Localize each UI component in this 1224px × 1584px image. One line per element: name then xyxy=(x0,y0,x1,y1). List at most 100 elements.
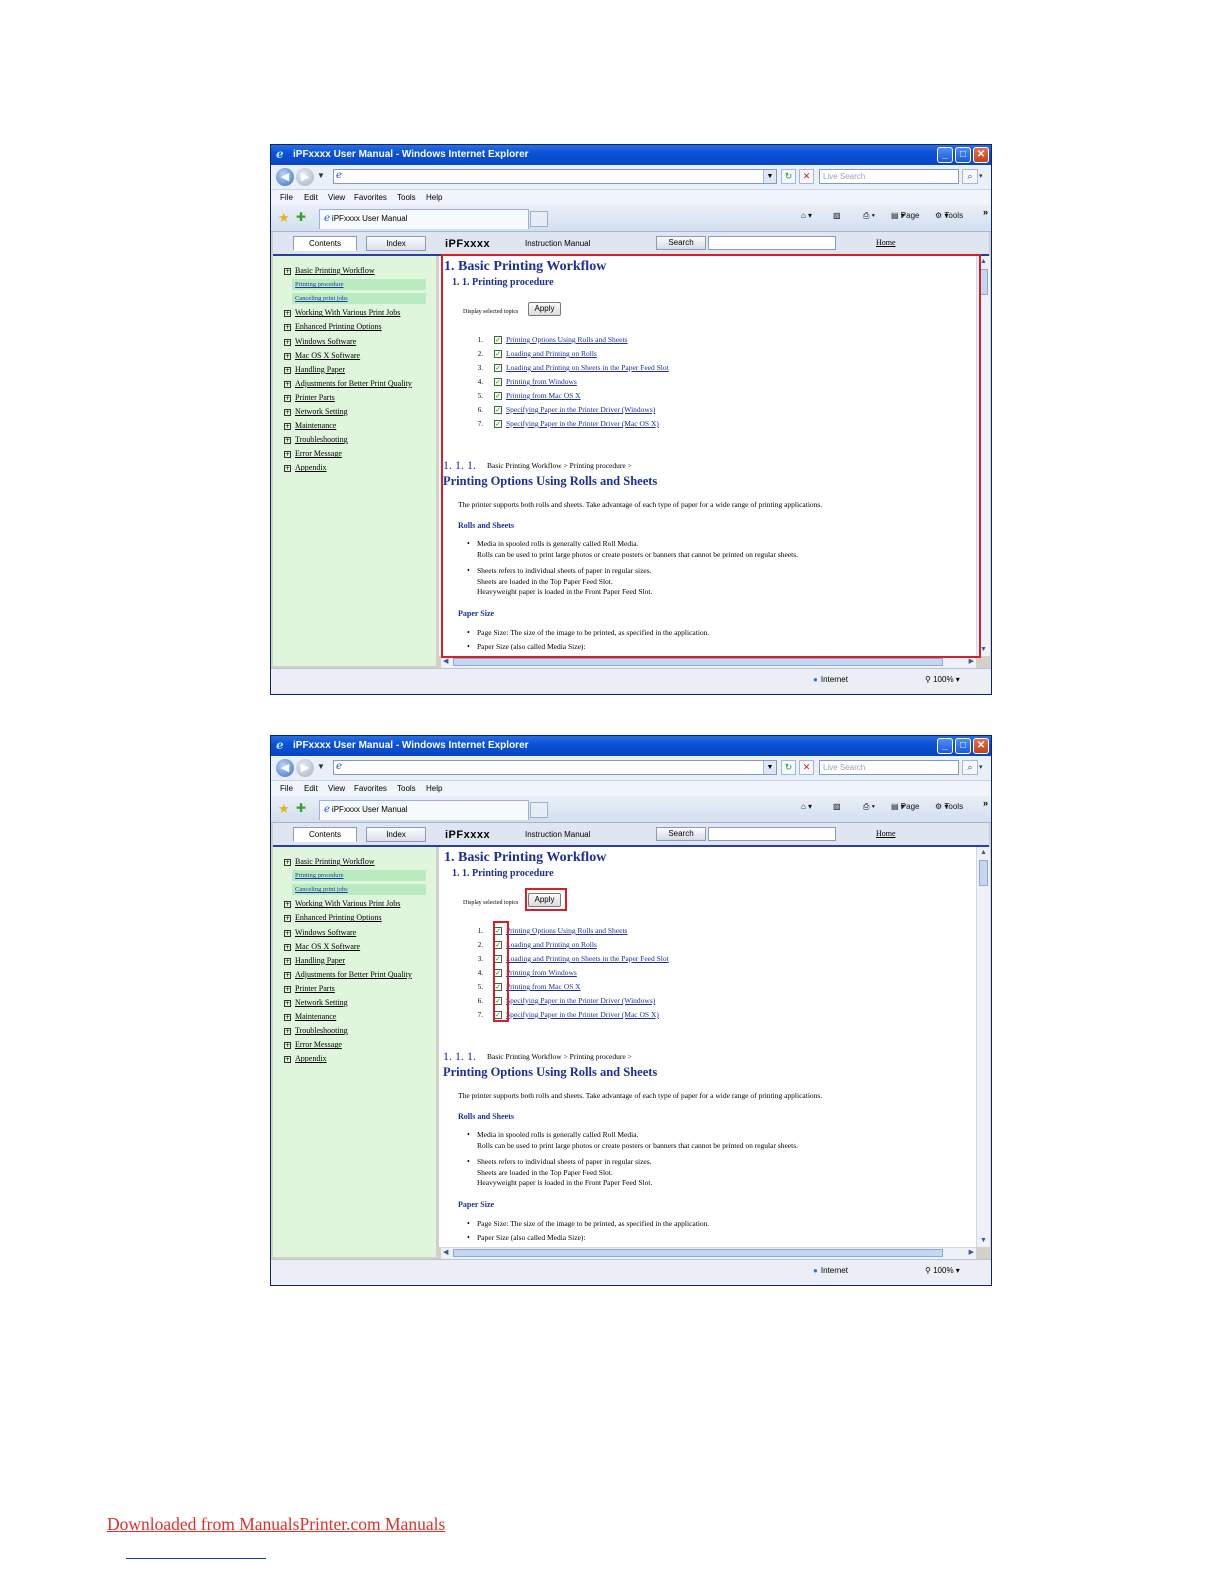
sidebar-item[interactable]: + Adjustments for Better Print Quality xyxy=(284,379,412,388)
menu-favorites[interactable]: Favorites xyxy=(354,784,387,793)
tab-index[interactable]: Index xyxy=(366,827,426,842)
search-icon[interactable]: ⌕ xyxy=(962,169,978,184)
menu-tools[interactable]: Tools xyxy=(397,784,416,793)
address-dropdown-icon[interactable]: ▼ xyxy=(763,761,776,774)
expand-icon[interactable]: + xyxy=(284,901,291,909)
manual-search-button[interactable]: Search xyxy=(656,827,706,841)
back-button[interactable]: ◀ xyxy=(276,168,294,186)
sidebar-item[interactable]: + Network Setting xyxy=(284,407,348,416)
sidebar-item[interactable]: + Error Message xyxy=(284,1040,342,1050)
scroll-up-icon[interactable]: ▲ xyxy=(977,847,990,859)
expand-icon[interactable]: + xyxy=(284,943,291,951)
scroll-down-icon[interactable]: ▼ xyxy=(977,1235,990,1247)
sidebar-item[interactable]: + Mac OS X Software xyxy=(284,351,360,360)
expand-icon[interactable]: + xyxy=(284,1014,291,1022)
expand-icon[interactable]: + xyxy=(284,465,291,473)
page-menu[interactable]: ▤ Page ▾ xyxy=(891,802,919,811)
zoom-level[interactable]: ⚲ 100% ▾ xyxy=(925,1266,960,1275)
expand-icon[interactable]: + xyxy=(284,915,291,923)
live-search-input[interactable]: Live Search xyxy=(819,760,959,775)
scroll-right-icon[interactable]: ▶ xyxy=(969,657,974,667)
vertical-scrollbar[interactable]: ▲ ▼ xyxy=(976,847,990,1247)
live-search-input[interactable]: Live Search xyxy=(819,169,959,184)
minimize-button[interactable]: _ xyxy=(937,738,953,754)
sidebar-item[interactable]: + Appendix xyxy=(284,463,327,473)
menu-view[interactable]: View xyxy=(328,784,345,793)
menu-file[interactable]: File xyxy=(280,784,293,793)
sidebar-item[interactable]: + Working With Various Print Jobs xyxy=(284,308,400,318)
expand-icon[interactable]: + xyxy=(284,1056,291,1064)
topic-link[interactable]: Loading and Printing on Sheets in the Pa… xyxy=(506,954,669,963)
tab-contents[interactable]: Contents xyxy=(293,236,357,251)
expand-icon[interactable]: + xyxy=(284,366,291,374)
new-tab-button[interactable] xyxy=(530,211,548,227)
new-tab-button[interactable] xyxy=(530,802,548,818)
close-button[interactable]: ✕ xyxy=(973,147,989,163)
menu-help[interactable]: Help xyxy=(426,193,442,202)
maximize-button[interactable]: □ xyxy=(955,147,971,163)
stop-button[interactable]: ✕ xyxy=(799,169,814,184)
sidebar-item[interactable]: + Working With Various Print Jobs xyxy=(284,899,400,909)
search-options-dropdown-icon[interactable]: ▾ xyxy=(979,169,989,184)
menu-tools[interactable]: Tools xyxy=(397,193,416,202)
expand-icon[interactable]: + xyxy=(284,451,291,459)
forward-button[interactable]: ▶ xyxy=(296,168,314,186)
page-menu[interactable]: ▤ Page ▾ xyxy=(891,211,919,220)
manual-search-input[interactable] xyxy=(708,827,836,841)
chevron-right-icon[interactable]: » xyxy=(983,207,988,217)
sidebar-item[interactable]: + Maintenance xyxy=(284,421,336,431)
manual-search-button[interactable]: Search xyxy=(656,236,706,250)
sidebar-item[interactable]: + Printer Parts xyxy=(284,393,335,402)
refresh-button[interactable]: ↻ xyxy=(781,169,796,184)
expand-icon[interactable]: + xyxy=(284,1000,291,1007)
refresh-button[interactable]: ↻ xyxy=(781,760,796,775)
topic-link[interactable]: Printing Options Using Rolls and Sheets xyxy=(506,926,627,935)
search-icon[interactable]: ⌕ xyxy=(962,760,978,775)
scroll-right-icon[interactable]: ▶ xyxy=(969,1248,974,1258)
sidebar-item[interactable]: + Handling Paper xyxy=(284,365,345,374)
sidebar-subitem[interactable]: Printing procedure xyxy=(292,870,426,882)
stop-button[interactable]: ✕ xyxy=(799,760,814,775)
address-dropdown-icon[interactable]: ▼ xyxy=(763,170,776,183)
menu-edit[interactable]: Edit xyxy=(304,784,318,793)
sidebar-item[interactable]: + Handling Paper xyxy=(284,956,345,965)
expand-icon[interactable]: + xyxy=(284,310,291,318)
expand-icon[interactable]: + xyxy=(284,1042,291,1050)
tools-menu[interactable]: ⚙ Tools ▾ xyxy=(935,211,963,220)
sidebar-item[interactable]: + Error Message xyxy=(284,449,342,459)
download-source-link[interactable]: Downloaded from ManualsPrinter.com Manua… xyxy=(107,1514,445,1535)
expand-icon[interactable]: + xyxy=(284,268,291,275)
horizontal-scroll-thumb[interactable] xyxy=(453,1249,943,1257)
history-dropdown-icon[interactable]: ▼ xyxy=(317,171,325,180)
sidebar-item[interactable]: + Windows Software xyxy=(284,337,356,346)
expand-icon[interactable]: + xyxy=(284,985,291,993)
expand-icon[interactable]: + xyxy=(284,394,291,402)
sidebar-item[interactable]: + Basic Printing Workflow xyxy=(284,857,375,866)
scroll-left-icon[interactable]: ◀ xyxy=(443,657,448,667)
home-icon[interactable]: ⌂ ▾ xyxy=(801,802,812,811)
expand-icon[interactable]: + xyxy=(284,380,291,388)
sidebar-item[interactable]: + Printer Parts xyxy=(284,984,335,993)
sidebar-item[interactable]: + Windows Software xyxy=(284,928,356,937)
address-input[interactable]: e ▼ xyxy=(333,760,777,775)
sidebar-item[interactable]: + Troubleshooting xyxy=(284,435,348,445)
expand-icon[interactable]: + xyxy=(284,957,291,965)
maximize-button[interactable]: □ xyxy=(955,738,971,754)
favorites-star-icon[interactable]: ★ xyxy=(278,210,290,226)
scroll-left-icon[interactable]: ◀ xyxy=(443,1248,448,1258)
chevron-right-icon[interactable]: » xyxy=(983,798,988,808)
expand-icon[interactable]: + xyxy=(284,409,291,416)
menu-favorites[interactable]: Favorites xyxy=(354,193,387,202)
sidebar-item[interactable]: + Enhanced Printing Options xyxy=(284,322,382,332)
search-options-dropdown-icon[interactable]: ▾ xyxy=(979,760,989,775)
sidebar-item[interactable]: + Maintenance xyxy=(284,1012,336,1022)
feeds-icon[interactable]: ▧ xyxy=(833,802,841,811)
sidebar-item[interactable]: + Mac OS X Software xyxy=(284,942,360,951)
sidebar-item[interactable]: + Network Setting xyxy=(284,998,348,1007)
tools-menu[interactable]: ⚙ Tools ▾ xyxy=(935,802,963,811)
home-link[interactable]: Home xyxy=(876,238,896,247)
manual-search-input[interactable] xyxy=(708,236,836,250)
print-icon[interactable]: ⎙ ▾ xyxy=(863,802,875,812)
horizontal-scrollbar[interactable]: ◀ ▶ xyxy=(441,1247,976,1259)
topic-link[interactable]: Printing from Windows xyxy=(506,968,577,977)
